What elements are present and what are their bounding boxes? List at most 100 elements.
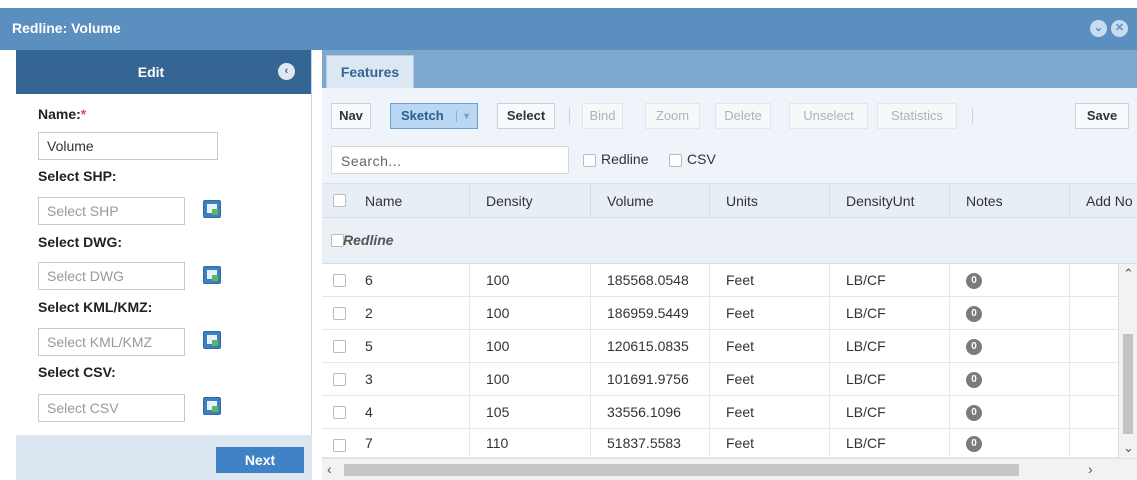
cell-name: 4 <box>349 396 470 429</box>
table-row[interactable]: 7 110 51837.5583 Feet LB/CF 0 <box>322 429 1118 458</box>
chevron-down-icon[interactable]: ⌄ <box>1123 440 1134 456</box>
column-header-volume[interactable]: Volume <box>591 184 710 218</box>
row-checkbox[interactable] <box>333 307 346 320</box>
filter-csv-checkbox[interactable] <box>669 154 682 167</box>
kml-label: Select KML/KMZ: <box>38 299 153 315</box>
row-checkbox[interactable] <box>333 274 346 287</box>
search-input[interactable]: Search... <box>331 146 569 174</box>
group-label: Redline <box>343 232 394 248</box>
cell-volume: 101691.9756 <box>591 363 710 396</box>
chevron-down-icon[interactable]: ⌄ <box>1090 20 1107 37</box>
cell-notes: 0 <box>950 330 1070 363</box>
column-header-name[interactable]: Name <box>349 184 470 218</box>
edit-panel: Edit ‹ Name:* Volume Select SHP: Select … <box>16 50 312 480</box>
shp-input[interactable]: Select SHP <box>38 197 185 225</box>
group-row-redline[interactable]: Redline <box>322 218 1137 264</box>
nav-button[interactable]: Nav <box>331 103 371 129</box>
browse-file-icon[interactable] <box>203 200 221 218</box>
horizontal-scrollbar[interactable]: ‹ › <box>322 458 1137 480</box>
browse-file-icon[interactable] <box>203 266 221 284</box>
csv-input[interactable]: Select CSV <box>38 394 185 422</box>
notes-count-badge[interactable]: 0 <box>966 339 982 356</box>
chevron-left-icon[interactable]: ‹ <box>327 461 332 477</box>
notes-count-badge[interactable]: 0 <box>966 306 982 323</box>
cell-density-unit: LB/CF <box>830 363 950 396</box>
toolbar-divider <box>972 108 973 124</box>
edit-panel-title: Edit <box>137 64 165 80</box>
cell-notes: 0 <box>950 264 1070 297</box>
cell-units: Feet <box>710 264 830 297</box>
cell-units: Feet <box>710 363 830 396</box>
cell-units: Feet <box>710 396 830 429</box>
notes-count-badge[interactable]: 0 <box>966 405 982 422</box>
filter-csv-label: CSV <box>687 151 716 167</box>
cell-add-note <box>1070 330 1118 363</box>
cell-density-unit: LB/CF <box>830 264 950 297</box>
cell-add-note <box>1070 396 1118 429</box>
cell-density: 100 <box>470 264 591 297</box>
notes-count-badge[interactable]: 0 <box>966 372 982 389</box>
cell-density: 105 <box>470 396 591 429</box>
table-row[interactable]: 3 100 101691.9756 Feet LB/CF 0 <box>322 363 1118 396</box>
scrollbar-thumb[interactable] <box>1123 334 1133 434</box>
select-all-checkbox[interactable] <box>333 194 346 207</box>
name-input[interactable]: Volume <box>38 132 218 160</box>
cell-name: 7 <box>349 429 470 458</box>
save-button[interactable]: Save <box>1075 103 1129 129</box>
select-button[interactable]: Select <box>497 103 555 129</box>
dwg-input[interactable]: Select DWG <box>38 262 185 290</box>
scrollbar-thumb[interactable] <box>344 464 1019 476</box>
bind-button[interactable]: Bind <box>582 103 623 129</box>
zoom-button[interactable]: Zoom <box>645 103 700 129</box>
chevron-left-icon[interactable]: ‹ <box>278 63 295 80</box>
cell-volume: 186959.5449 <box>591 297 710 330</box>
cell-name: 2 <box>349 297 470 330</box>
unselect-button[interactable]: Unselect <box>789 103 868 129</box>
chevron-up-icon[interactable]: ⌃ <box>1123 266 1134 282</box>
notes-count-badge[interactable]: 0 <box>966 436 982 453</box>
chevron-down-icon[interactable]: │ ▼ <box>454 104 471 128</box>
tab-features[interactable]: Features <box>326 55 414 88</box>
column-header-add-note[interactable]: Add No <box>1070 184 1137 218</box>
table-row[interactable]: 6 100 185568.0548 Feet LB/CF 0 <box>322 264 1118 297</box>
browse-file-icon[interactable] <box>203 331 221 349</box>
close-icon[interactable]: ✕ <box>1111 20 1128 37</box>
cell-name: 5 <box>349 330 470 363</box>
cell-notes: 0 <box>950 396 1070 429</box>
notes-count-badge[interactable]: 0 <box>966 273 982 290</box>
cell-density: 100 <box>470 330 591 363</box>
vertical-scrollbar[interactable]: ⌃ ⌄ <box>1118 264 1137 458</box>
sketch-button[interactable]: Sketch │ ▼ <box>390 103 478 129</box>
row-checkbox[interactable] <box>333 406 346 419</box>
cell-volume: 185568.0548 <box>591 264 710 297</box>
cell-density: 100 <box>470 363 591 396</box>
cell-add-note <box>1070 429 1118 458</box>
row-checkbox[interactable] <box>333 373 346 386</box>
cell-add-note <box>1070 363 1118 396</box>
column-header-density[interactable]: Density <box>470 184 591 218</box>
statistics-button[interactable]: Statistics <box>877 103 957 129</box>
cell-density-unit: LB/CF <box>830 429 950 458</box>
column-header-notes[interactable]: Notes <box>950 184 1070 218</box>
toolbar-divider <box>569 108 570 124</box>
row-checkbox[interactable] <box>333 340 346 353</box>
table-row[interactable]: 2 100 186959.5449 Feet LB/CF 0 <box>322 297 1118 330</box>
table-row[interactable]: 4 105 33556.1096 Feet LB/CF 0 <box>322 396 1118 429</box>
dwg-label: Select DWG: <box>38 234 123 250</box>
filter-redline-label: Redline <box>601 151 649 167</box>
next-button[interactable]: Next <box>216 447 304 473</box>
cell-volume: 120615.0835 <box>591 330 710 363</box>
column-header-units[interactable]: Units <box>710 184 830 218</box>
delete-button[interactable]: Delete <box>715 103 771 129</box>
cell-notes: 0 <box>950 363 1070 396</box>
row-checkbox[interactable] <box>333 439 346 452</box>
cell-add-note <box>1070 297 1118 330</box>
chevron-right-icon[interactable]: › <box>1088 461 1093 477</box>
kml-input[interactable]: Select KML/KMZ <box>38 328 185 356</box>
cell-units: Feet <box>710 297 830 330</box>
table-row[interactable]: 5 100 120615.0835 Feet LB/CF 0 <box>322 330 1118 363</box>
filter-redline-checkbox[interactable] <box>583 154 596 167</box>
browse-file-icon[interactable] <box>203 397 221 415</box>
cell-units: Feet <box>710 429 830 458</box>
column-header-density-unit[interactable]: DensityUnt <box>830 184 950 218</box>
